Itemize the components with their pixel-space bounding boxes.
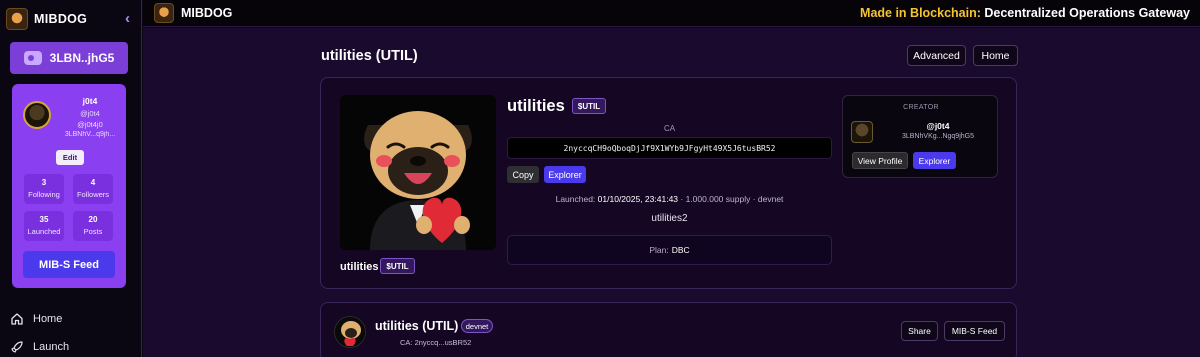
advanced-button[interactable]: Advanced bbox=[907, 45, 966, 66]
tagline-highlight: Made in Blockchain: bbox=[860, 6, 981, 20]
stat-value: 4 bbox=[90, 178, 96, 187]
creator-panel: CREATOR @j0t4 3LBNhVKg...Ngq9jhG5 View P… bbox=[842, 95, 998, 178]
creator-explorer-button[interactable]: Explorer bbox=[913, 152, 956, 169]
ca-label: CA bbox=[663, 124, 676, 133]
collapse-sidebar-icon[interactable]: ‹ bbox=[125, 10, 130, 27]
ticker-badge: $UTIL bbox=[380, 258, 415, 274]
creator-handle: @j0t4 bbox=[926, 121, 950, 131]
wallet-icon bbox=[23, 51, 42, 65]
token-description: utilities2 bbox=[651, 213, 688, 224]
plan-info: Plan: DBC bbox=[507, 235, 832, 265]
mibdog-logo-icon bbox=[6, 8, 28, 30]
explorer-button[interactable]: Explorer bbox=[544, 166, 586, 183]
sidebar: MIBDOG ‹ 3LBN..jhG5 j0t4 @j0t4 @j0t4j0 3… bbox=[0, 0, 142, 357]
profile-handle: @j0t4 bbox=[80, 109, 100, 118]
mibdog-logo-icon[interactable] bbox=[154, 3, 174, 23]
token-name: utilities bbox=[507, 97, 565, 115]
stat-posts[interactable]: 20 Posts bbox=[73, 211, 113, 241]
profile-name: j0t4 bbox=[82, 96, 98, 106]
launch-info: Launched: 01/10/2025, 23:41:43 · 1.000.0… bbox=[507, 194, 832, 204]
token-image-caption: utilities bbox=[340, 261, 379, 273]
topbar-brand-name[interactable]: MIBDOG bbox=[181, 6, 232, 20]
top-bar: MIBDOG Made in Blockchain: Decentralized… bbox=[143, 0, 1200, 27]
launch-suffix: · 1.000.000 supply · devnet bbox=[678, 194, 784, 204]
stat-value: 3 bbox=[41, 178, 47, 187]
avatar[interactable] bbox=[334, 316, 366, 348]
stat-label: Posts bbox=[83, 227, 103, 236]
stat-value: 35 bbox=[39, 215, 49, 224]
page-title: utilities (UTIL) bbox=[321, 48, 418, 64]
post-card: utilities (UTIL) devnet CA: 2nyccq...usB… bbox=[320, 302, 1017, 357]
stat-value: 20 bbox=[88, 215, 98, 224]
ticker-badge: $UTIL bbox=[572, 98, 606, 114]
sidebar-item-label: Launch bbox=[33, 341, 70, 353]
post-contract-address: CA: 2nyccq...usBR52 bbox=[400, 338, 472, 347]
token-card: utilities $UTIL utilities $UTIL CA 2nycc… bbox=[320, 77, 1017, 289]
stat-launched[interactable]: 35 Launched bbox=[24, 211, 64, 241]
wallet-button[interactable]: 3LBN..jhG5 bbox=[10, 42, 128, 74]
mib-s-feed-button[interactable]: MIB-S Feed bbox=[23, 251, 115, 278]
sidebar-item-label: Home bbox=[33, 313, 63, 325]
contract-address[interactable]: 2nyccqCH9oQboqDjJf9X1WYb9JFgyHt49X5J6tus… bbox=[507, 137, 832, 159]
creator-title: CREATOR bbox=[903, 104, 939, 111]
plan-value: DBC bbox=[671, 245, 690, 255]
profile-address: 3LBNhV...q9jh... bbox=[64, 131, 116, 138]
main-content: utilities (UTIL) Advanced Home utilities… bbox=[143, 28, 1200, 357]
token-image bbox=[340, 95, 496, 250]
wallet-address: 3LBN..jhG5 bbox=[49, 51, 115, 65]
post-title[interactable]: utilities (UTIL) bbox=[375, 319, 458, 333]
launch-prefix: Launched: bbox=[555, 194, 598, 204]
creator-address: 3LBNhVKg...Ngq9jhG5 bbox=[902, 133, 974, 140]
sidebar-item-home[interactable]: Home bbox=[10, 310, 134, 328]
view-profile-button[interactable]: View Profile bbox=[852, 152, 908, 169]
share-button[interactable]: Share bbox=[901, 321, 938, 341]
stat-followers[interactable]: 4 Followers bbox=[73, 174, 113, 204]
mib-s-feed-button[interactable]: MIB-S Feed bbox=[944, 321, 1005, 341]
home-icon bbox=[10, 312, 24, 326]
avatar[interactable] bbox=[851, 121, 873, 143]
launch-date: 01/10/2025, 23:41:43 bbox=[597, 194, 679, 204]
stat-following[interactable]: 3 Following bbox=[24, 174, 64, 204]
plan-label: Plan: bbox=[649, 245, 669, 255]
stat-label: Following bbox=[28, 190, 60, 199]
stat-label: Launched bbox=[27, 227, 61, 236]
avatar[interactable] bbox=[23, 101, 51, 129]
profile-handle-alt: @j0t4j0 bbox=[77, 120, 103, 129]
sidebar-item-launch[interactable]: Launch bbox=[10, 338, 134, 356]
home-button[interactable]: Home bbox=[973, 45, 1018, 66]
tagline-rest: Decentralized Operations Gateway bbox=[980, 6, 1190, 20]
pug-mascot-icon bbox=[335, 317, 365, 347]
rocket-icon bbox=[10, 340, 24, 354]
network-badge: devnet bbox=[461, 319, 493, 333]
profile-card: j0t4 @j0t4 @j0t4j0 3LBNhV...q9jh... Edit… bbox=[12, 84, 126, 288]
topbar-tagline: Made in Blockchain: Decentralized Operat… bbox=[860, 6, 1190, 20]
pug-mascot-icon bbox=[340, 95, 496, 250]
stat-label: Followers bbox=[76, 190, 110, 199]
sidebar-brand-name: MIBDOG bbox=[34, 12, 88, 26]
edit-profile-button[interactable]: Edit bbox=[56, 150, 84, 165]
sidebar-brand[interactable]: MIBDOG ‹ bbox=[6, 8, 136, 30]
copy-button[interactable]: Copy bbox=[507, 166, 539, 183]
